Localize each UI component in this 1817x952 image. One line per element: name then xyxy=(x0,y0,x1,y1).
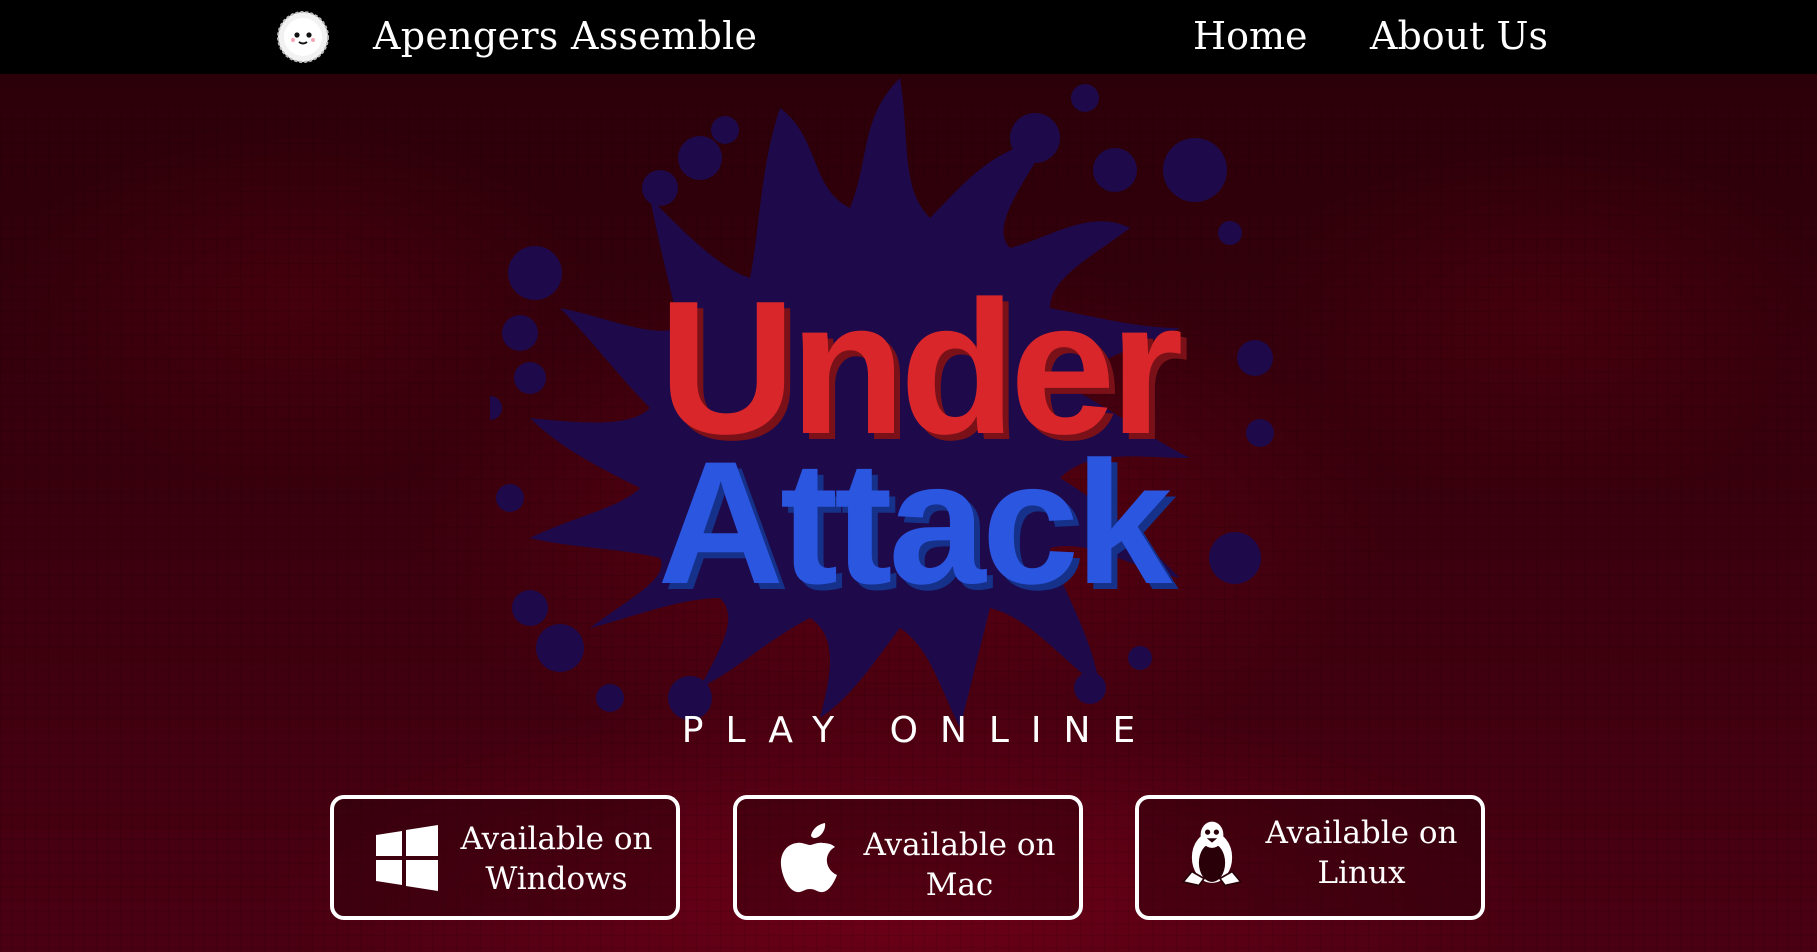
windows-icon xyxy=(376,825,438,891)
download-windows-label: Available on Windows xyxy=(449,819,664,899)
download-linux-label: Available on Linux xyxy=(1254,813,1469,893)
top-navbar: Apengers Assemble Home About Us xyxy=(0,0,1817,74)
page: Apengers Assemble Home About Us Under Un… xyxy=(0,0,1817,952)
download-mac-button[interactable]: Available on Mac xyxy=(733,795,1083,920)
apple-icon xyxy=(780,823,837,893)
download-linux-button[interactable]: Available on Linux xyxy=(1135,795,1485,920)
download-windows-button[interactable]: Available on Windows xyxy=(330,795,680,920)
download-linux-line2: Linux xyxy=(1317,855,1406,891)
download-linux-line1: Available on xyxy=(1265,815,1458,851)
download-mac-label: Available on Mac xyxy=(852,825,1067,905)
linux-tux-icon xyxy=(1181,821,1243,887)
play-online-link[interactable]: PLAY ONLINE xyxy=(0,710,1817,751)
download-windows-line1: Available on xyxy=(460,821,653,857)
download-windows-line2: Windows xyxy=(485,861,628,897)
fluffy-ball-face-icon[interactable] xyxy=(276,10,330,64)
download-mac-line1: Available on xyxy=(863,827,1056,863)
site-brand-title[interactable]: Apengers Assemble xyxy=(373,14,757,58)
game-logo: Under Under Attack Attack xyxy=(490,78,1330,738)
nav-link-home[interactable]: Home xyxy=(1193,14,1308,58)
download-mac-line2: Mac xyxy=(925,867,994,903)
nav-link-about-us[interactable]: About Us xyxy=(1370,14,1548,58)
game-logo-art: Under Under Attack Attack xyxy=(490,78,1274,728)
logo-word-attack: Attack xyxy=(658,426,1174,621)
